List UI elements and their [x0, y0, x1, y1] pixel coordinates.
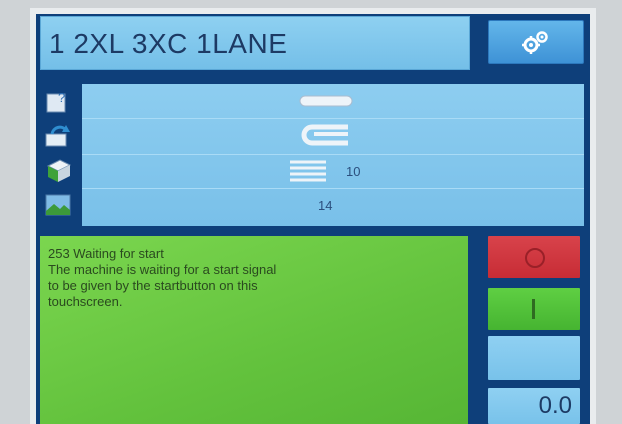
fold-info-panel: 10 14	[82, 84, 584, 226]
start-icon	[532, 299, 535, 319]
speed-readout: 0.0	[488, 388, 580, 424]
gears-icon	[522, 31, 548, 54]
status-text-line: The machine is waiting for a start signa…	[48, 262, 277, 277]
refresh-icon[interactable]	[44, 122, 72, 150]
total-count: 14	[318, 198, 333, 213]
help-book-icon[interactable]: ?	[44, 88, 72, 116]
stack-lines-icon	[290, 160, 326, 182]
status-message-panel: 253 Waiting for start The machine is wai…	[40, 236, 468, 424]
program-title-bar: 1 2XL 3XC 1LANE	[40, 16, 470, 70]
stop-icon	[525, 248, 545, 268]
blank-button[interactable]	[488, 336, 580, 380]
divider	[82, 118, 584, 119]
svg-text:?: ?	[58, 90, 65, 105]
status-code-line: 253 Waiting for start	[48, 246, 164, 261]
stack-icon[interactable]	[44, 156, 72, 184]
stop-button[interactable]	[488, 236, 580, 278]
program-title: 1 2XL 3XC 1LANE	[49, 28, 288, 59]
landscape-icon[interactable]	[44, 190, 72, 218]
divider	[82, 154, 584, 155]
mode-icon-strip: ?	[38, 84, 78, 226]
settings-button[interactable]	[488, 20, 584, 64]
divider	[82, 188, 584, 189]
status-text-line: touchscreen.	[48, 294, 123, 309]
speed-value: 0.0	[538, 392, 572, 419]
touchscreen: 1 2XL 3XC 1LANE ? 10 14 253 Waiting for …	[36, 14, 590, 424]
status-text-line: to be given by the startbutton on this	[48, 278, 258, 293]
stack-count: 10	[346, 164, 361, 179]
single-fold-icon	[299, 95, 353, 107]
start-button[interactable]	[488, 288, 580, 330]
double-fold-icon	[301, 124, 348, 146]
